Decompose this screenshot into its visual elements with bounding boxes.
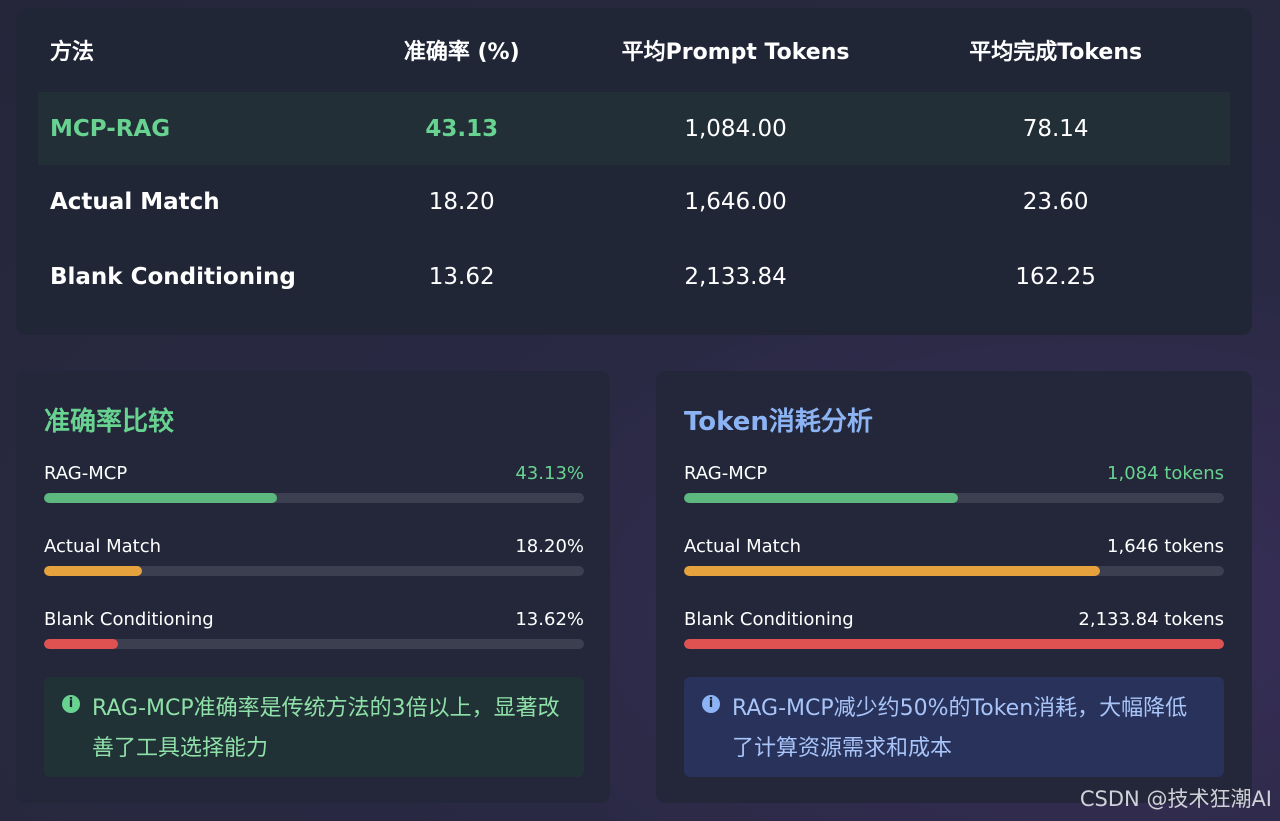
bar-value: 18.20% — [515, 536, 584, 557]
accuracy-info-box: i RAG-MCP准确率是传统方法的3倍以上，显著改善了工具选择能力 — [44, 677, 584, 777]
bar-track — [44, 639, 584, 649]
cell-method: Blank Conditioning — [50, 263, 296, 290]
bar-track — [684, 493, 1224, 503]
token-bar-blank-conditioning: Blank Conditioning 2,133.84 tokens — [684, 609, 1224, 653]
header-completion-tokens: 平均完成Tokens — [969, 40, 1143, 65]
bar-value: 43.13% — [515, 463, 584, 484]
cell-completion-tokens: 23.60 — [1022, 188, 1089, 215]
bar-fill — [684, 566, 1101, 576]
accuracy-comparison-panel: 准确率比较 RAG-MCP 43.13% Actual Match 18.20%… — [16, 371, 610, 803]
bar-track — [684, 639, 1224, 649]
cell-prompt-tokens: 1,646.00 — [684, 188, 787, 215]
bar-fill — [684, 639, 1224, 649]
bar-label: Blank Conditioning — [684, 609, 854, 630]
table-row: Blank Conditioning 13.62 2,133.84 162.25 — [38, 240, 1230, 313]
cell-accuracy: 18.20 — [428, 188, 495, 215]
cell-completion-tokens: 162.25 — [1015, 263, 1096, 290]
bar-value: 1,646 tokens — [1107, 536, 1224, 557]
accuracy-bar-blank-conditioning: Blank Conditioning 13.62% — [44, 609, 584, 653]
header-method: 方法 — [50, 40, 95, 65]
bar-track — [684, 566, 1224, 576]
bar-track — [44, 493, 584, 503]
table-row: MCP-RAG 43.13 1,084.00 78.14 — [38, 92, 1230, 165]
token-info-box: i RAG-MCP减少约50%的Token消耗，大幅降低了计算资源需求和成本 — [684, 677, 1224, 777]
bar-fill — [44, 639, 118, 649]
bar-fill — [44, 493, 277, 503]
cell-completion-tokens: 78.14 — [1022, 115, 1089, 142]
bar-label: RAG-MCP — [44, 463, 128, 484]
watermark: CSDN @技术狂潮AI — [1079, 787, 1272, 811]
panel-title: Token消耗分析 — [684, 407, 873, 437]
bar-track — [44, 566, 584, 576]
info-text: RAG-MCP减少约50%的Token消耗，大幅降低了计算资源需求和成本 — [732, 696, 1188, 761]
cell-accuracy: 43.13 — [425, 115, 499, 142]
bar-fill — [44, 566, 143, 576]
bar-fill — [684, 493, 959, 503]
table-row: Actual Match 18.20 1,646.00 23.60 — [38, 165, 1230, 238]
header-accuracy: 准确率 (%) — [403, 40, 520, 65]
cell-prompt-tokens: 2,133.84 — [684, 263, 787, 290]
bar-label: Blank Conditioning — [44, 609, 214, 630]
bar-value: 2,133.84 tokens — [1078, 609, 1224, 630]
accuracy-bar-rag-mcp: RAG-MCP 43.13% — [44, 463, 584, 507]
cell-method: MCP-RAG — [50, 115, 171, 142]
info-circle-icon: i — [62, 695, 80, 713]
bar-value: 1,084 tokens — [1107, 463, 1224, 484]
bar-label: Actual Match — [684, 536, 802, 557]
accuracy-bar-actual-match: Actual Match 18.20% — [44, 536, 584, 580]
token-consumption-panel: Token消耗分析 RAG-MCP 1,084 tokens Actual Ma… — [656, 371, 1252, 803]
info-circle-icon: i — [702, 695, 720, 713]
bar-label: RAG-MCP — [684, 463, 768, 484]
bar-label: Actual Match — [44, 536, 162, 557]
comparison-table: 方法 准确率 (%) 平均Prompt Tokens 平均完成Tokens MC… — [16, 8, 1252, 335]
header-prompt-tokens: 平均Prompt Tokens — [621, 40, 850, 65]
token-bar-rag-mcp: RAG-MCP 1,084 tokens — [684, 463, 1224, 507]
cell-method: Actual Match — [50, 188, 220, 215]
info-text: RAG-MCP准确率是传统方法的3倍以上，显著改善了工具选择能力 — [92, 696, 560, 761]
cell-accuracy: 13.62 — [428, 263, 495, 290]
panel-title: 准确率比较 — [44, 407, 175, 437]
token-bar-actual-match: Actual Match 1,646 tokens — [684, 536, 1224, 580]
table-header: 方法 准确率 (%) 平均Prompt Tokens 平均完成Tokens — [38, 8, 1230, 93]
cell-prompt-tokens: 1,084.00 — [684, 115, 787, 142]
bar-value: 13.62% — [515, 609, 584, 630]
